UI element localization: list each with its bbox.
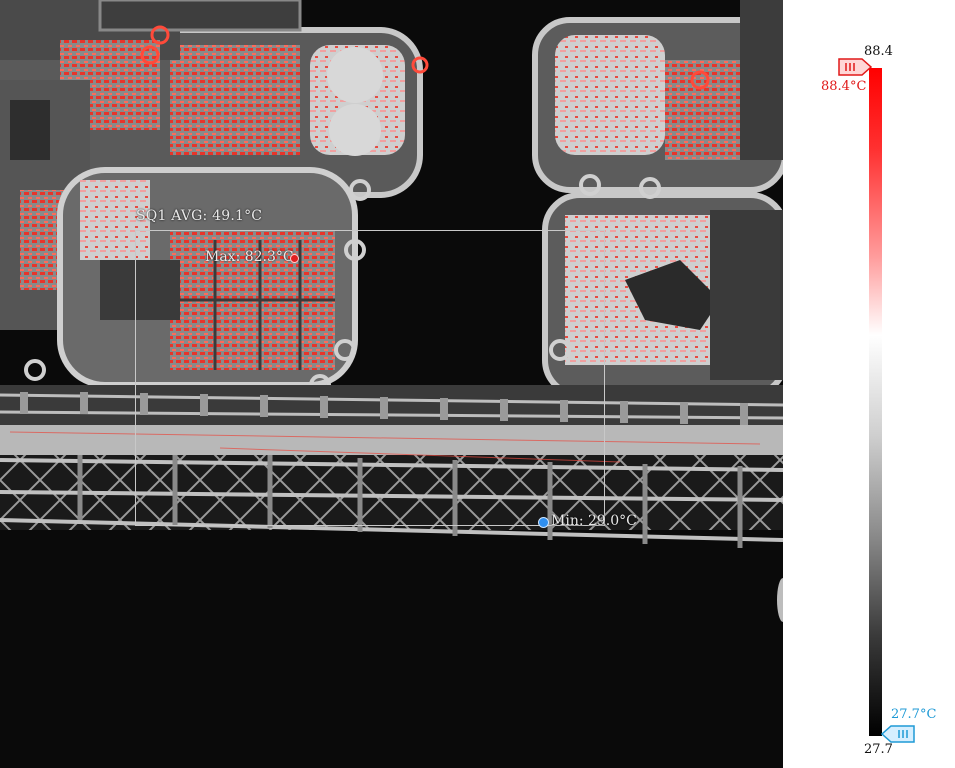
- slider-tag-icon: [880, 725, 915, 743]
- low-threshold-handle[interactable]: [880, 725, 915, 747]
- max-temp-marker: [290, 254, 299, 263]
- thermal-image-viewport[interactable]: SQ1 AVG: 49.1°C Max: 82.3°C Min: 29.0°C: [0, 0, 783, 768]
- slider-tag-icon: [838, 58, 873, 76]
- min-temp-marker: [538, 517, 549, 528]
- high-threshold-handle[interactable]: [838, 58, 873, 80]
- temperature-color-bar: [869, 68, 882, 736]
- roi-average-label: SQ1 AVG: 49.1°C: [136, 208, 263, 224]
- min-temp-label: Min: 29.0°C: [551, 513, 637, 529]
- roi-rectangle[interactable]: [135, 230, 605, 526]
- low-threshold-label: 27.7°C: [891, 707, 937, 722]
- high-threshold-label: 88.4°C: [821, 79, 867, 94]
- scale-max-value: 88.4: [864, 44, 893, 59]
- max-temp-label: Max: 82.3°C: [205, 249, 294, 265]
